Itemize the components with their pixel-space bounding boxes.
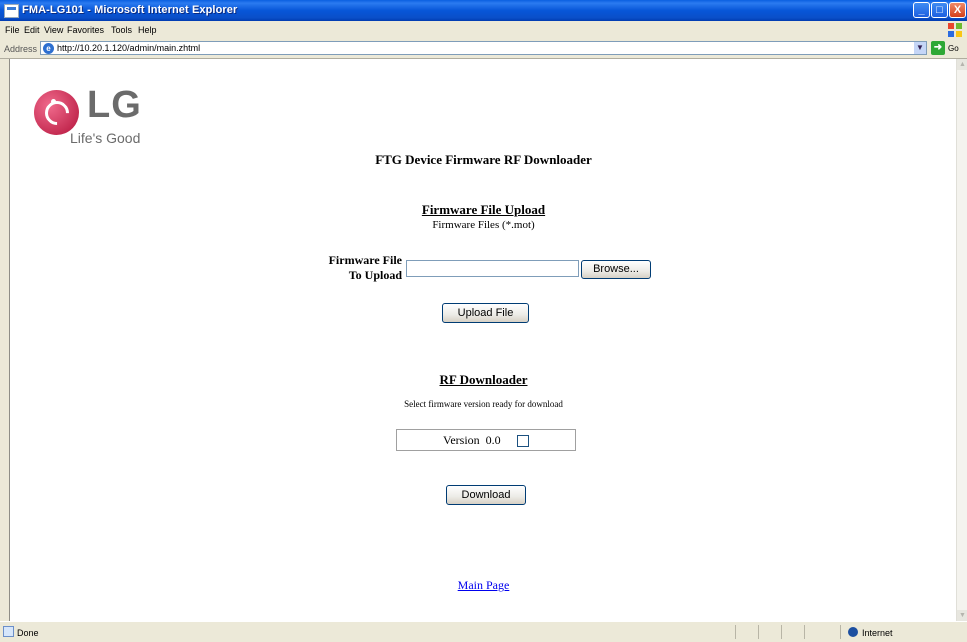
rf-downloader-heading: RF Downloader [439,372,528,387]
menu-view[interactable]: View [44,25,63,35]
status-divider [840,625,841,639]
download-button[interactable]: Download [446,485,526,505]
address-url[interactable]: http://10.20.1.120/admin/main.zhtml [57,43,200,53]
status-text: Done [17,628,39,638]
lg-face-icon [34,90,79,135]
version-text: Version 0.0 [443,433,501,448]
minimize-button[interactable]: _ [913,2,930,18]
rf-instruction: Select firmware version ready for downlo… [404,399,563,409]
file-field-label-line1: Firmware File [328,253,402,267]
menu-file[interactable]: File [5,25,20,35]
address-bar: Address e http://10.20.1.120/admin/main.… [0,39,967,59]
address-input[interactable]: e http://10.20.1.120/admin/main.zhtml ▼ [40,41,927,55]
ie-icon: e [43,43,54,54]
status-divider [735,625,736,639]
scroll-up-icon[interactable]: ▲ [957,59,967,70]
security-zone: Internet [862,628,893,638]
file-path-input[interactable] [406,260,579,277]
lg-brand: LG [87,84,142,126]
menu-edit[interactable]: Edit [24,25,40,35]
status-bar: Done Internet [0,621,967,642]
page-title: FTG Device Firmware RF Downloader [375,152,592,167]
maximize-button[interactable]: □ [931,2,948,18]
version-checkbox[interactable] [517,435,529,447]
upload-heading: Firmware File Upload [421,202,546,217]
browse-button[interactable]: Browse... [581,260,651,279]
main-page-link[interactable]: Main Page [10,578,957,593]
version-box: Version 0.0 [396,429,576,451]
menu-tools[interactable]: Tools [111,25,132,35]
file-field-label-line2: To Upload [348,268,402,282]
windows-logo-icon [948,23,962,37]
status-divider [781,625,782,639]
status-divider [804,625,805,639]
version-label: Version [443,433,480,447]
close-button[interactable]: X [949,2,966,18]
vertical-scrollbar[interactable]: ▲ ▼ [956,59,967,621]
ie-page-icon [4,4,19,18]
internet-globe-icon [848,627,858,637]
menu-help[interactable]: Help [138,25,157,35]
status-divider [758,625,759,639]
address-label: Address [4,44,38,54]
lg-tagline: Life's Good [70,130,141,146]
menu-favorites[interactable]: Favorites [67,25,104,35]
window-title: FMA-LG101 - Microsoft Internet Explorer [22,4,238,16]
scroll-down-icon[interactable]: ▼ [957,610,967,621]
page-done-icon [3,626,14,637]
file-field-label: Firmware File To Upload [329,253,402,283]
upload-file-button[interactable]: Upload File [442,303,529,323]
go-arrow-icon[interactable]: ➜ [931,41,945,55]
window-titlebar[interactable]: FMA-LG101 - Microsoft Internet Explorer … [0,0,967,21]
page-content: LG Life's Good FTG Device Firmware RF Do… [9,59,957,621]
version-value: 0.0 [485,433,501,447]
menu-bar: File Edit View Favorites Tools Help [0,21,967,40]
go-button[interactable]: Go [948,44,959,53]
upload-subtitle: Firmware Files (*.mot) [432,219,535,231]
address-dropdown-icon[interactable]: ▼ [914,42,926,54]
